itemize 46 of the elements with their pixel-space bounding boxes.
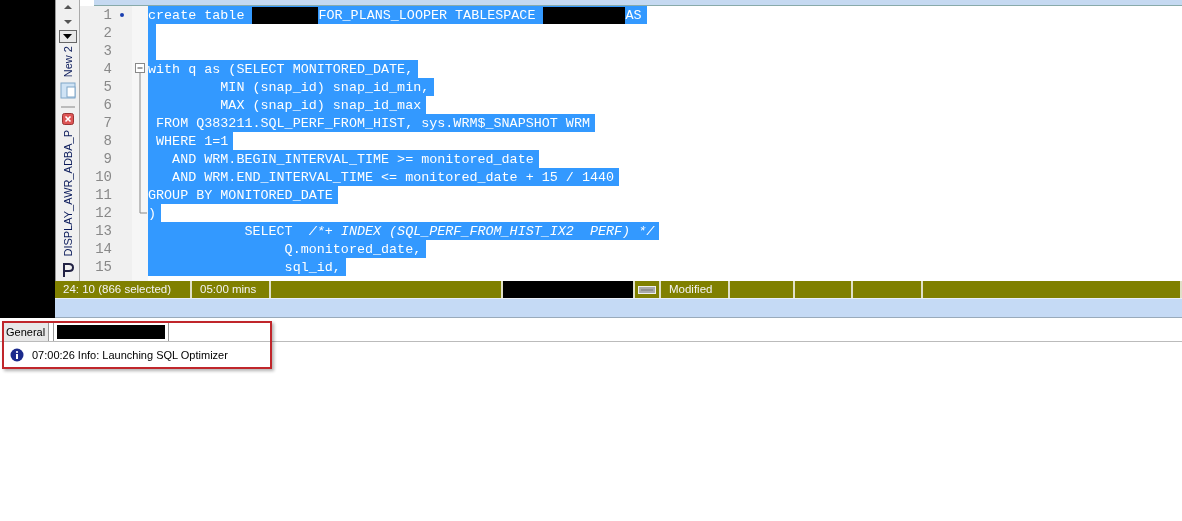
code-text: AND WRM.END_INTERVAL_TIME <= monitored_date + 15 / 1440 [171, 169, 615, 185]
code-text: MIN (snap_id) snap_id_min, [219, 79, 430, 95]
code-text: with q as (SELECT MONITORED_DATE, [148, 61, 414, 77]
line-number: 2 [103, 25, 112, 41]
line-number: 13 [95, 223, 112, 239]
line-number: 4 [103, 61, 112, 77]
code-text: ) [148, 205, 157, 221]
fold-toggle-icon[interactable] [134, 60, 146, 78]
code-text: GROUP BY MONITORED_DATE [148, 187, 333, 203]
line-number: 14 [95, 241, 112, 257]
line-number: 9 [103, 151, 112, 167]
close-icon[interactable] [61, 113, 74, 126]
keyboard-icon [638, 285, 656, 294]
code-text: AND WRM.BEGIN_INTERVAL_TIME >= monitored_date [171, 151, 534, 167]
document-tab[interactable]: New 2 [61, 46, 74, 78]
code-text: AS [625, 7, 642, 23]
fold-end-line [139, 204, 147, 214]
code-text: FOR_PLANS_LOOPER TABLESPACE [318, 7, 537, 23]
log-message: 07:00:26 Info: Launching SQL Optimizer [32, 349, 228, 361]
procedure-icon [60, 262, 75, 278]
line-number: 8 [103, 133, 112, 149]
code-text: SELECT [243, 223, 294, 239]
code-comment: /*+ INDEX (SQL_PERF_FROM_HIST_IX2 PERF) */ [308, 223, 655, 239]
line-number: 11 [95, 187, 112, 203]
line-number: 6 [103, 97, 112, 113]
code-text: Q.monitored_date, [283, 241, 422, 257]
code-text: FROM Q383211.SQL_PERF_FROM_HIST, sys.WRM$_SNAPSHOT WRM [155, 115, 590, 131]
caret-icon [63, 33, 72, 39]
line-number: 1 [103, 7, 112, 23]
line-number: 15 [95, 259, 112, 275]
code-text: MAX (snap_id) snap_id_max [219, 97, 422, 113]
info-icon [10, 348, 24, 362]
document-tab[interactable]: DISPLAY_AWR_ADBA_P [61, 130, 74, 257]
code-text: create table [148, 7, 246, 23]
sql-file-icon [59, 82, 76, 100]
line-number: 7 [103, 115, 112, 131]
scroll-down-icon[interactable] [62, 19, 73, 26]
line-number: 12 [95, 205, 112, 221]
scroll-up-icon[interactable] [62, 4, 73, 11]
line-number: 10 [95, 169, 112, 185]
line-number: 3 [103, 43, 112, 59]
code-text: sql_id, [283, 259, 341, 275]
line-number: 5 [103, 79, 112, 95]
redaction-bar [252, 6, 319, 24]
dropdown-button[interactable] [58, 29, 77, 44]
code-text: WHERE 1=1 [155, 133, 229, 149]
